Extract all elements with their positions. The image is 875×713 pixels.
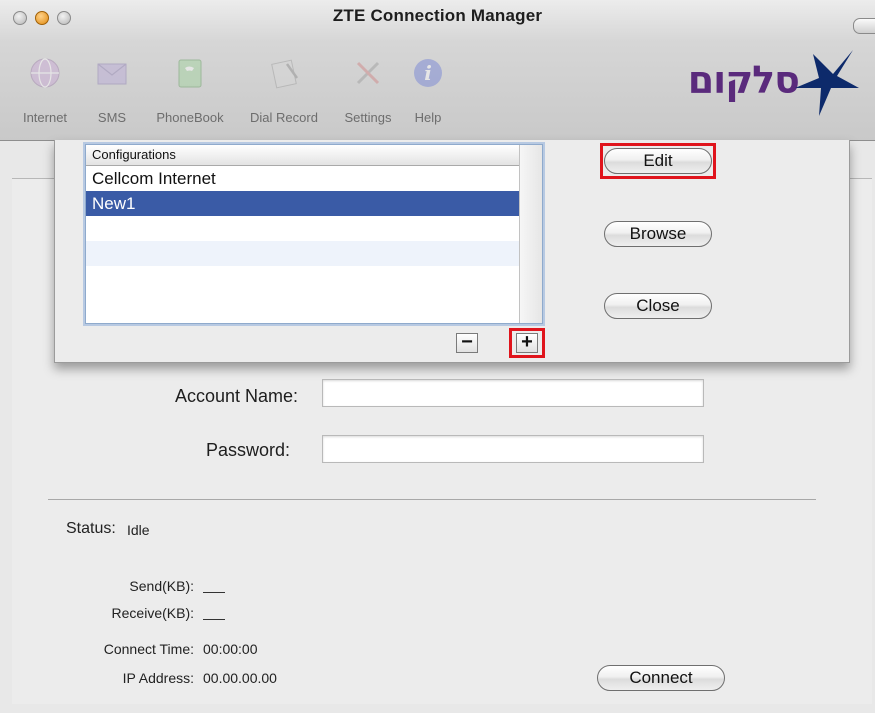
- toolbar-sms-label: SMS: [97, 110, 127, 125]
- toolbar-dial-record-label: Dial Record: [250, 110, 318, 125]
- connect-button[interactable]: Connect: [597, 665, 725, 691]
- ip-address-label: IP Address:: [122, 670, 194, 686]
- browse-button[interactable]: Browse: [604, 221, 712, 247]
- toolbar-settings-label: Settings: [344, 110, 392, 125]
- status-divider: [48, 499, 816, 500]
- password-label: Password:: [205, 440, 290, 460]
- envelope-icon: [97, 63, 127, 85]
- toolbar-settings[interactable]: Settings: [334, 48, 402, 134]
- svg-text:i: i: [424, 61, 432, 85]
- toolbar-dial-record[interactable]: Dial Record: [238, 48, 330, 134]
- toolbar-toggle-button[interactable]: [853, 18, 875, 34]
- notepad-icon: [271, 59, 299, 89]
- empty-row: [86, 241, 542, 266]
- table-scroll-column[interactable]: [519, 145, 542, 323]
- add-button-highlight: [509, 328, 545, 358]
- configurations-table: Configurations Cellcom Internet New1: [85, 144, 543, 324]
- account-name-input[interactable]: [322, 379, 704, 407]
- configuration-row-cellcom-internet[interactable]: Cellcom Internet: [86, 166, 542, 191]
- phonebook-icon: [178, 59, 202, 88]
- toolbar-help-label: Help: [414, 110, 442, 125]
- empty-row: [86, 216, 542, 241]
- toolbar-internet-label: Internet: [22, 110, 68, 125]
- remove-configuration-button[interactable]: −: [456, 332, 478, 353]
- password-input[interactable]: [322, 435, 704, 463]
- send-value: [203, 592, 225, 593]
- toolbar-phonebook[interactable]: PhoneBook: [146, 48, 234, 134]
- tools-icon: [356, 61, 380, 85]
- receive-label: Receive(KB):: [111, 605, 194, 621]
- toolbar-sms[interactable]: SMS: [88, 48, 136, 134]
- globe-icon: [30, 58, 60, 88]
- edit-button-highlight: [600, 143, 716, 179]
- ip-address-value: 00.00.00.00: [203, 670, 277, 686]
- brand-text: סלקום: [687, 58, 800, 102]
- account-name-label: Account Name:: [174, 386, 298, 406]
- connect-time-label: Connect Time:: [103, 641, 194, 657]
- close-button[interactable]: Close: [604, 293, 712, 319]
- send-label: Send(KB):: [129, 578, 194, 594]
- configurations-sheet: Configurations Cellcom Internet New1 − +…: [54, 140, 850, 363]
- info-icon: i: [414, 59, 442, 87]
- status-value: Idle: [127, 522, 150, 538]
- status-label: Status:: [66, 520, 116, 537]
- toolbar-phonebook-label: PhoneBook: [156, 110, 224, 125]
- cellcom-logo: סלקום: [676, 48, 861, 118]
- title-toolbar: ZTE Connection Manager Internet SMS Phon…: [0, 0, 875, 141]
- star-icon: [795, 50, 859, 116]
- receive-value: [203, 619, 225, 620]
- connect-time-value: 00:00:00: [203, 641, 258, 657]
- window-title: ZTE Connection Manager: [332, 6, 543, 25]
- toolbar-help[interactable]: i Help: [404, 48, 452, 134]
- configuration-row-new1[interactable]: New1: [86, 191, 542, 216]
- configurations-column-header[interactable]: Configurations: [86, 145, 542, 166]
- toolbar-internet[interactable]: Internet: [8, 48, 82, 134]
- empty-row: [86, 266, 542, 291]
- main-window: ZTE Connection Manager Internet SMS Phon…: [0, 0, 875, 713]
